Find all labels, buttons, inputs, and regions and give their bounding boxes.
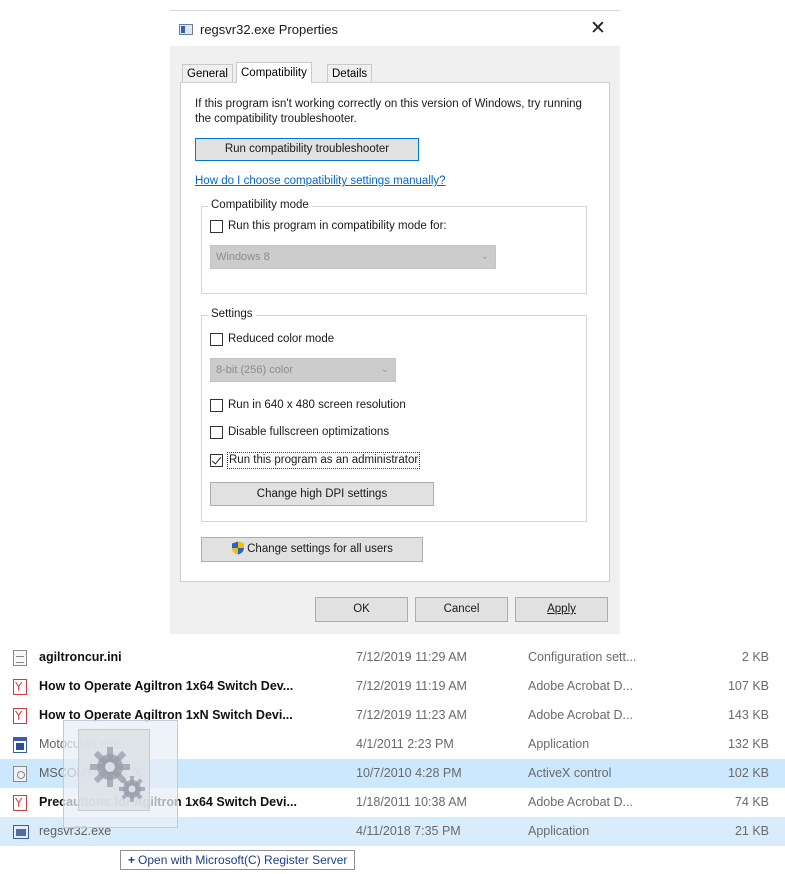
file-size: 2 KB xyxy=(741,650,769,664)
dialog-titlebar[interactable]: regsvr32.exe Properties ✕ xyxy=(170,10,620,47)
help-link[interactable]: How do I choose compatibility settings m… xyxy=(195,175,446,187)
ini-file-icon xyxy=(13,650,27,666)
apply-button[interactable]: Apply xyxy=(515,597,608,622)
drag-tooltip-text: Open with Microsoft(C) Register Server xyxy=(138,853,348,867)
cancel-button[interactable]: Cancel xyxy=(415,597,508,622)
drag-tooltip: + Open with Microsoft(C) Register Server xyxy=(120,850,356,870)
reduced-color-label: Reduced color mode xyxy=(228,333,335,345)
file-type: ActiveX control xyxy=(528,766,612,780)
file-type: Configuration sett... xyxy=(528,650,637,664)
tab-compatibility[interactable]: Compatibility xyxy=(236,62,312,83)
change-settings-all-users-button[interactable]: Change settings for all users xyxy=(201,537,423,562)
run-troubleshooter-button[interactable]: Run compatibility troubleshooter xyxy=(195,138,419,161)
settings-group: Settings Reduced color mode 8-bit (256) … xyxy=(201,308,587,522)
apply-label: Apply xyxy=(547,603,576,615)
uac-shield-icon xyxy=(232,541,245,555)
color-depth-select: 8-bit (256) color ⌄ xyxy=(210,358,396,382)
file-size: 102 KB xyxy=(727,766,769,780)
file-name: agiltroncur.ini xyxy=(39,650,122,664)
tab-general[interactable]: General xyxy=(182,64,233,82)
gear-icon xyxy=(90,747,145,802)
file-type: Application xyxy=(528,737,590,751)
dialog-title: regsvr32.exe Properties xyxy=(200,22,339,37)
chevron-down-icon: ⌄ xyxy=(480,251,489,262)
pdf-icon xyxy=(13,708,27,724)
file-type: Adobe Acrobat D... xyxy=(528,708,633,722)
change-dpi-button[interactable]: Change high DPI settings xyxy=(210,482,434,506)
window-icon xyxy=(179,24,193,35)
exe-icon xyxy=(13,825,29,839)
file-type: Application xyxy=(528,824,590,838)
file-size: 107 KB xyxy=(727,679,769,693)
drag-ghost xyxy=(63,720,178,828)
ok-button[interactable]: OK xyxy=(315,597,408,622)
dialog-body: General Compatibility Details If this pr… xyxy=(170,46,620,634)
file-date: 7/12/2019 11:19 AM xyxy=(356,679,467,693)
compat-mode-checkbox-label: Run this program in compatibility mode f… xyxy=(228,220,447,232)
file-date: 7/12/2019 11:29 AM xyxy=(356,650,467,664)
run-as-admin-checkbox[interactable] xyxy=(210,454,223,467)
file-size: 74 KB xyxy=(734,795,769,809)
compatibility-mode-label: Compatibility mode xyxy=(208,199,312,211)
properties-dialog: regsvr32.exe Properties ✕ General Compat… xyxy=(170,10,620,634)
compatibility-mode-group: Compatibility mode Run this program in c… xyxy=(201,199,587,294)
activex-icon xyxy=(13,766,27,782)
chevron-down-icon: ⌄ xyxy=(380,364,389,375)
fullscreen-opt-checkbox[interactable] xyxy=(210,426,223,439)
close-icon[interactable]: ✕ xyxy=(586,17,610,41)
file-date: 4/1/2011 2:23 PM xyxy=(356,737,454,751)
compat-mode-checkbox[interactable] xyxy=(210,220,223,233)
os-select: Windows 8 ⌄ xyxy=(210,245,496,269)
file-row[interactable]: agiltroncur.ini 7/12/2019 11:29 AM Confi… xyxy=(0,643,785,672)
file-date: 10/7/2010 4:28 PM xyxy=(356,766,462,780)
file-size: 132 KB xyxy=(727,737,769,751)
file-row[interactable]: How to Operate Agiltron 1x64 Switch Dev.… xyxy=(0,672,785,701)
file-size: 143 KB xyxy=(727,708,769,722)
settings-label: Settings xyxy=(208,308,256,320)
file-date: 1/18/2011 10:38 AM xyxy=(356,795,467,809)
application-icon xyxy=(13,737,27,753)
file-name: How to Operate Agiltron 1x64 Switch Dev.… xyxy=(39,679,294,693)
intro-text: If this program isn't working correctly … xyxy=(195,98,582,125)
reduced-color-checkbox[interactable] xyxy=(210,333,223,346)
color-depth-value: 8-bit (256) color xyxy=(216,364,294,376)
file-size: 21 KB xyxy=(734,824,769,838)
pdf-icon xyxy=(13,795,27,811)
resolution-640-label: Run in 640 x 480 screen resolution xyxy=(228,399,406,411)
fullscreen-opt-label: Disable fullscreen optimizations xyxy=(228,426,390,438)
run-as-admin-label: Run this program as an administrator xyxy=(226,452,421,469)
os-select-value: Windows 8 xyxy=(216,251,270,263)
file-type: Adobe Acrobat D... xyxy=(528,795,633,809)
change-settings-all-users-label: Change settings for all users xyxy=(247,543,393,555)
pdf-icon xyxy=(13,679,27,695)
compatibility-panel: If this program isn't working correctly … xyxy=(180,82,610,582)
file-type: Adobe Acrobat D... xyxy=(528,679,633,693)
file-date: 7/12/2019 11:23 AM xyxy=(356,708,467,722)
plus-icon: + xyxy=(128,853,136,867)
file-date: 4/11/2018 7:35 PM xyxy=(356,824,461,838)
resolution-640-checkbox[interactable] xyxy=(210,399,223,412)
tab-details[interactable]: Details xyxy=(327,64,373,82)
